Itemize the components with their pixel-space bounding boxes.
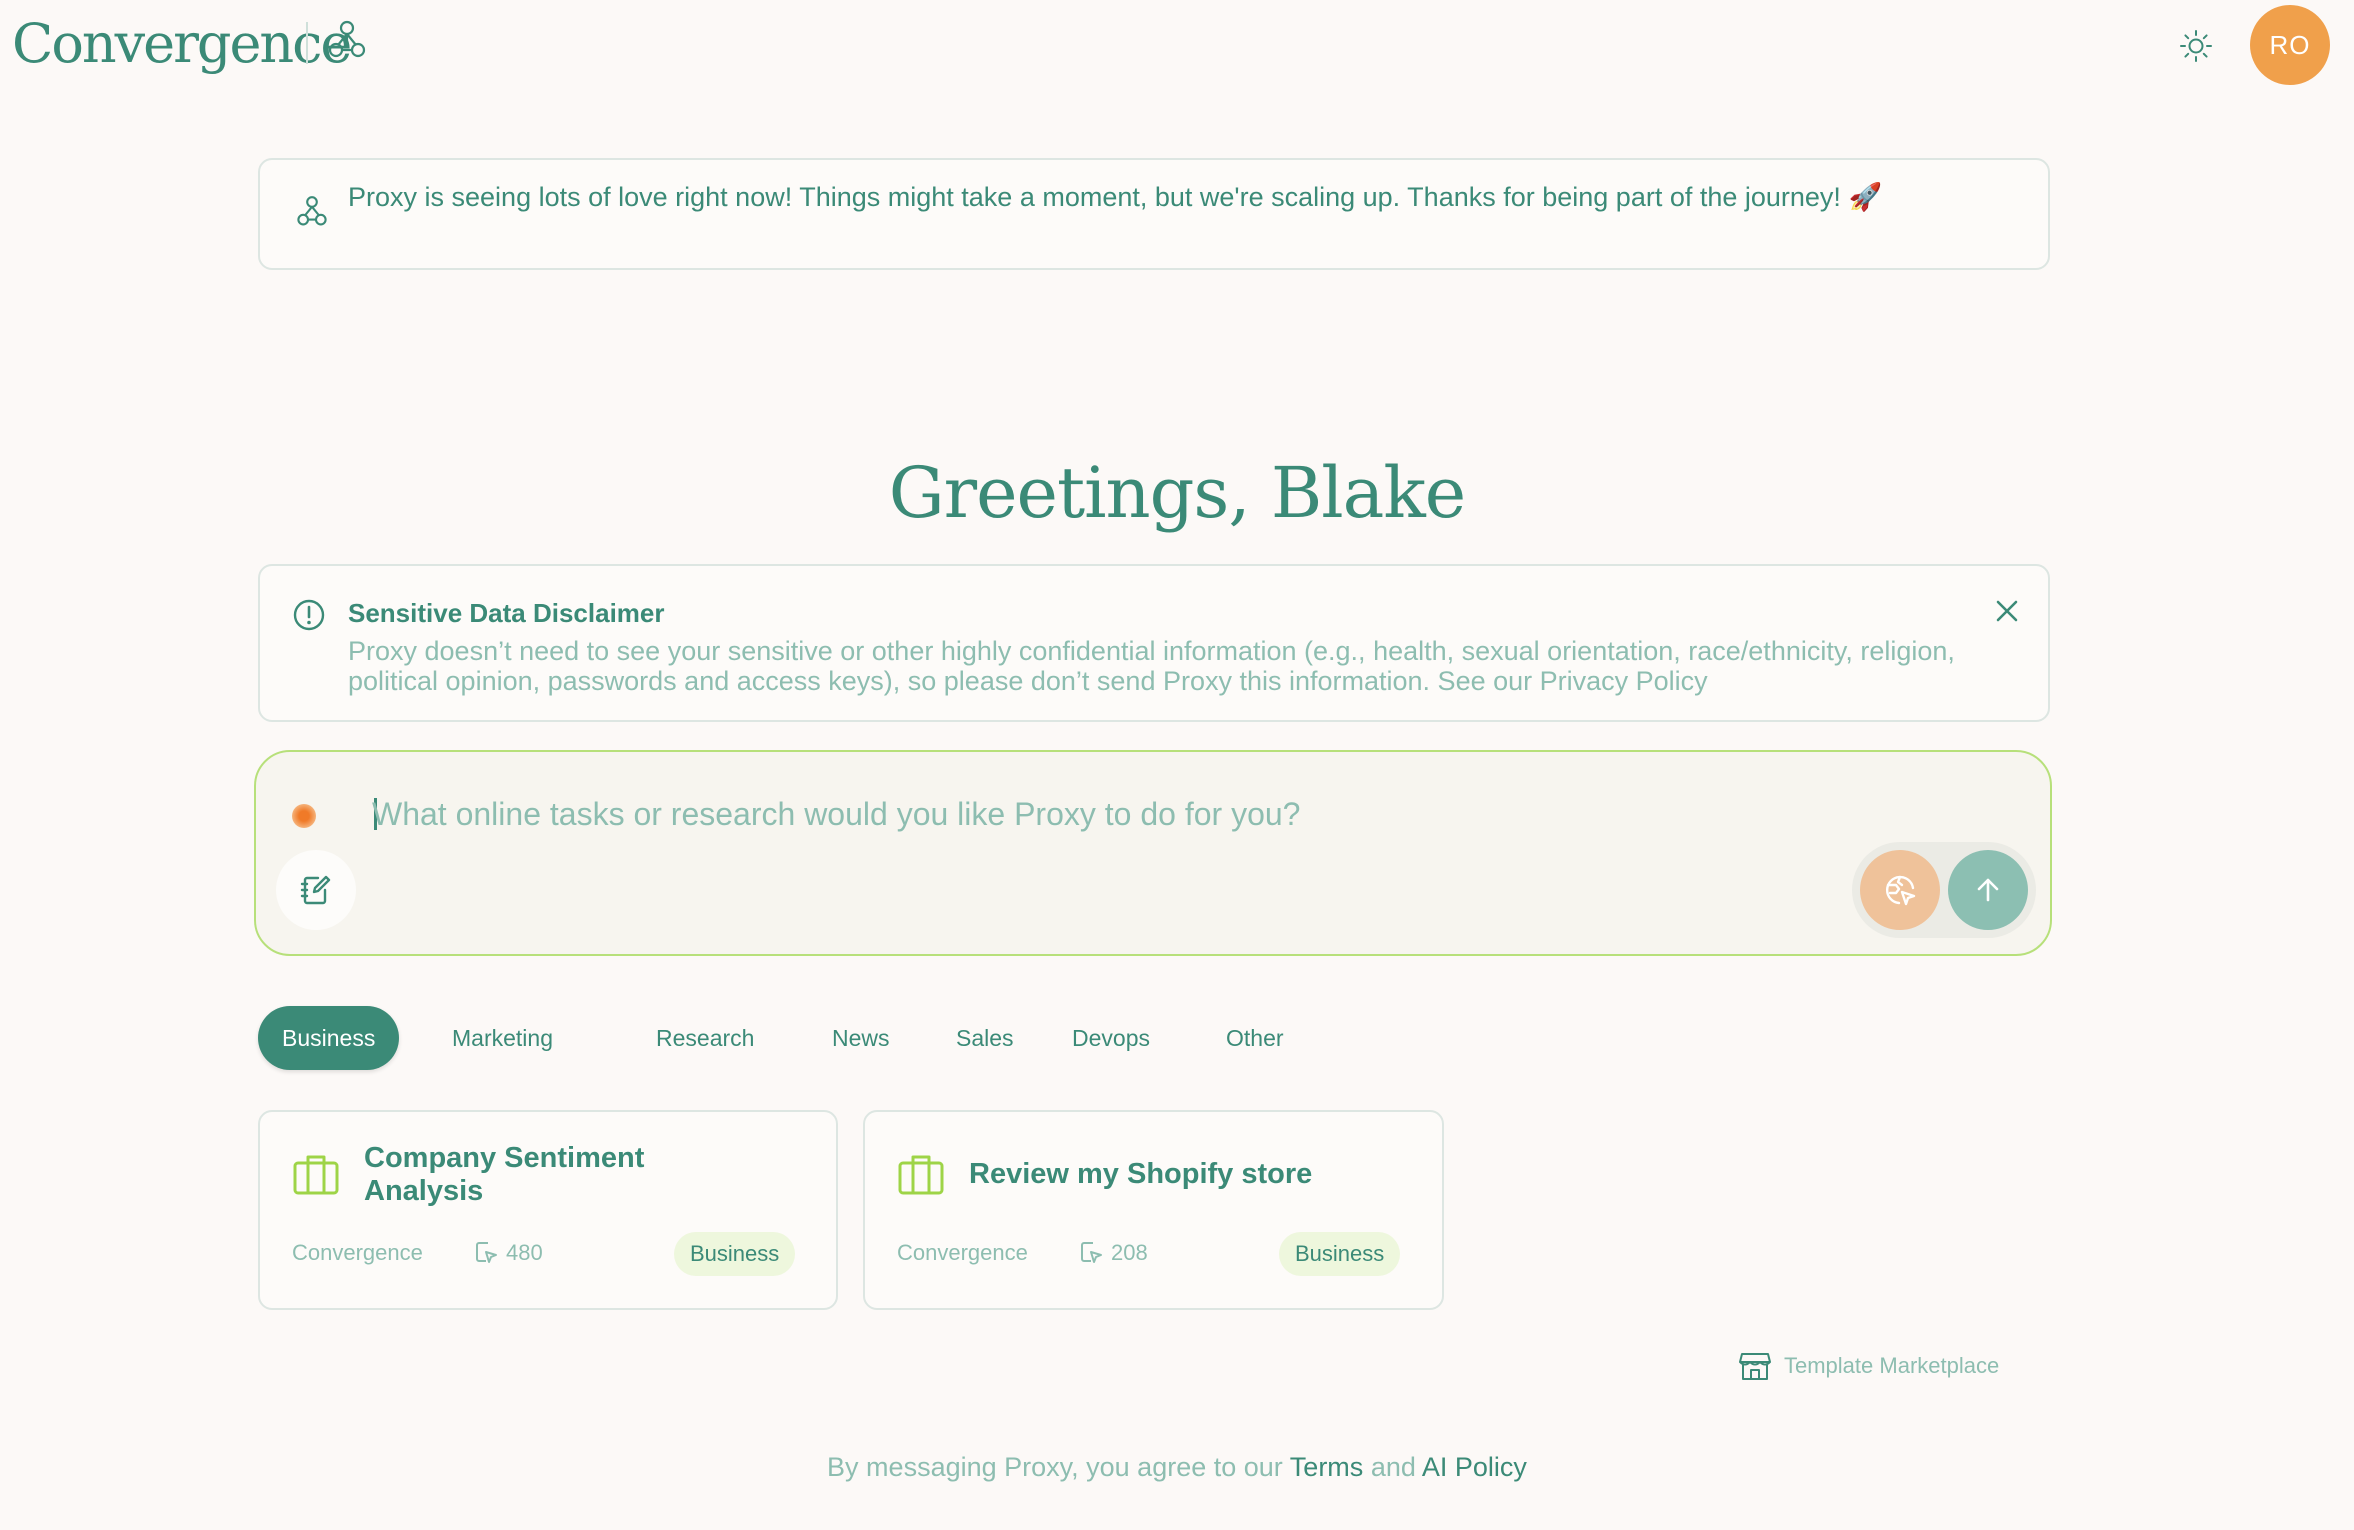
- marketplace-label: Template Marketplace: [1784, 1353, 2000, 1378]
- card-title: Review my Shopify store: [969, 1158, 1313, 1190]
- brand-logo[interactable]: Convergence: [12, 12, 352, 75]
- prompt-box: [254, 750, 2052, 956]
- terms-link[interactable]: Terms: [1290, 1452, 1364, 1482]
- info-alert-icon: [293, 599, 325, 631]
- briefcase-icon: [898, 1155, 944, 1195]
- card-uses-count: 480: [506, 1240, 543, 1265]
- close-icon[interactable]: [1990, 594, 2024, 628]
- tab-marketing[interactable]: Marketing: [428, 1006, 577, 1070]
- globe-cursor-icon: [1886, 875, 1916, 906]
- template-card[interactable]: Review my Shopify store Convergence 208 …: [863, 1110, 1444, 1310]
- announcement-banner: Proxy is seeing lots of love right now! …: [258, 158, 2050, 270]
- sun-icon[interactable]: [2178, 28, 2214, 64]
- sensitive-data-disclaimer: Sensitive Data Disclaimer Proxy doesn’t …: [258, 564, 2050, 722]
- briefcase-icon: [293, 1155, 339, 1195]
- card-author: Convergence: [292, 1240, 423, 1265]
- footer-prefix: By messaging Proxy, you agree to our: [827, 1452, 1283, 1482]
- uses-icon: [476, 1242, 497, 1263]
- card-author: Convergence: [897, 1240, 1028, 1265]
- tab-other[interactable]: Other: [1202, 1006, 1308, 1070]
- tab-sales[interactable]: Sales: [932, 1006, 1038, 1070]
- top-bar: Convergence RO: [0, 0, 2354, 92]
- tab-business[interactable]: Business: [258, 1006, 400, 1070]
- send-button[interactable]: [1948, 850, 2028, 930]
- user-avatar[interactable]: RO: [2250, 5, 2330, 85]
- category-badge: Business: [674, 1232, 796, 1276]
- footer-legal: By messaging Proxy, you agree to our Ter…: [0, 1452, 2354, 1483]
- notebook-edit-icon: [300, 875, 331, 905]
- status-dot: [292, 804, 316, 828]
- convergence-logo-icon: [328, 20, 366, 58]
- prompt-actions: [1852, 842, 2036, 938]
- greeting-heading: Greetings, Blake: [888, 452, 1466, 534]
- uses-icon: [1081, 1242, 1102, 1263]
- ai-policy-link[interactable]: AI Policy: [1422, 1452, 1527, 1482]
- prompt-input[interactable]: [372, 788, 1872, 840]
- templates-button[interactable]: [276, 850, 356, 930]
- tab-news[interactable]: News: [808, 1006, 914, 1070]
- announcement-text: Proxy is seeing lots of love right now! …: [348, 182, 1883, 212]
- template-card[interactable]: Company Sentiment Analysis Convergence 4…: [258, 1110, 838, 1310]
- logo-divider: [306, 22, 308, 64]
- card-title: Company Sentiment Analysis: [364, 1142, 645, 1207]
- web-browse-button[interactable]: [1860, 850, 1940, 930]
- tab-devops[interactable]: Devops: [1048, 1006, 1174, 1070]
- tab-research[interactable]: Research: [632, 1006, 778, 1070]
- arrow-up-icon: [1977, 878, 1999, 902]
- footer-and: and: [1370, 1452, 1416, 1482]
- storefront-icon: [1739, 1353, 1771, 1380]
- card-uses-count: 208: [1111, 1240, 1148, 1265]
- disclaimer-body: Proxy doesn’t need to see your sensitive…: [348, 636, 1955, 696]
- category-badge: Business: [1279, 1232, 1401, 1276]
- convergence-logo-icon: [297, 196, 327, 226]
- disclaimer-title: Sensitive Data Disclaimer: [348, 598, 665, 628]
- template-marketplace-link[interactable]: Template Marketplace: [1738, 1348, 1999, 1384]
